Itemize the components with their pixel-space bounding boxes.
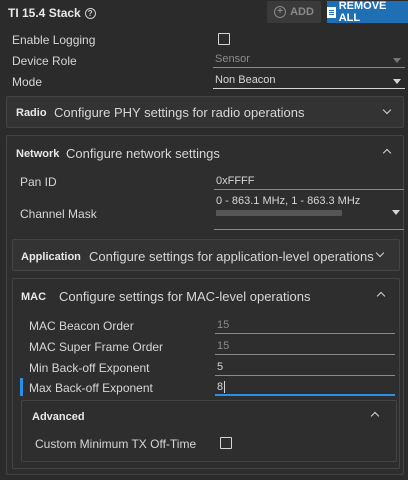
pan-id-input[interactable]: 0xFFFF <box>214 174 404 190</box>
remove-all-button-label: REMOVE ALL <box>338 0 387 24</box>
stack-title: TI 15.4 Stack ? <box>8 6 96 20</box>
device-role-dropdown-icon <box>393 58 401 63</box>
network-section: Network Configure network settings Pan I… <box>6 135 404 475</box>
max-backoff-exponent-value: 8 <box>217 381 226 393</box>
pan-id-value: 0xFFFF <box>216 175 255 187</box>
remove-all-button[interactable]: REMOVE ALL <box>327 0 408 24</box>
application-section-description: Configure settings for application-level… <box>89 249 374 264</box>
add-button[interactable]: + ADD <box>267 1 321 23</box>
radio-section[interactable]: Radio Configure PHY settings for radio o… <box>6 96 404 128</box>
mac-beacon-order-value: 15 <box>217 319 230 331</box>
mac-super-frame-order-label: MAC Super Frame Order <box>29 340 164 354</box>
custom-tx-off-time-checkbox[interactable] <box>220 437 232 449</box>
add-button-label: ADD <box>290 6 314 18</box>
max-backoff-exponent-label: Max Back-off Exponent <box>29 381 153 395</box>
custom-tx-off-time-label: Custom Minimum TX Off-Time <box>35 437 197 451</box>
focus-indicator <box>20 378 23 396</box>
mode-value: Non Beacon <box>215 74 276 86</box>
stack-title-text: TI 15.4 Stack <box>8 6 81 20</box>
mac-super-frame-order-input: 15 <box>215 339 395 355</box>
mac-beacon-order-label: MAC Beacon Order <box>29 319 134 333</box>
mode-label: Mode <box>12 75 43 89</box>
min-backoff-exponent-label: Min Back-off Exponent <box>29 361 150 375</box>
min-backoff-exponent-value: 5 <box>217 361 224 373</box>
mode-select[interactable]: Non Beacon <box>213 73 405 89</box>
network-section-title: Network <box>16 148 60 160</box>
device-role-value: Sensor <box>215 53 250 65</box>
remove-all-icon <box>327 6 336 18</box>
mac-section-description: Configure settings for MAC-level operati… <box>59 289 311 304</box>
mac-section: MAC Configure settings for MAC-level ope… <box>12 278 400 469</box>
add-icon: + <box>274 6 287 18</box>
channel-mask-value: 0 - 863.1 MHz, 1 - 863.3 MHz <box>216 195 361 207</box>
channel-mask-select[interactable]: 0 - 863.1 MHz, 1 - 863.3 MHz <box>214 195 404 231</box>
network-chevron-up-icon[interactable] <box>382 148 392 158</box>
advanced-section-title: Advanced <box>32 411 85 423</box>
radio-section-description: Configure PHY settings for radio operati… <box>54 105 305 120</box>
min-backoff-exponent-input[interactable]: 5 <box>215 360 395 376</box>
help-icon[interactable]: ? <box>84 7 96 19</box>
radio-section-title: Radio <box>16 107 47 119</box>
device-role-label: Device Role <box>12 54 77 68</box>
network-section-description: Configure network settings <box>66 146 220 161</box>
advanced-chevron-up-icon[interactable] <box>370 411 380 421</box>
advanced-section: Advanced Custom Minimum TX Off-Time <box>21 400 397 462</box>
application-section[interactable]: Application Configure settings for appli… <box>12 239 400 271</box>
channel-mask-underline <box>214 229 404 230</box>
channel-mask-label: Channel Mask <box>20 207 97 221</box>
channel-mask-more-values <box>216 210 342 216</box>
device-role-select[interactable]: Sensor <box>213 52 405 68</box>
pan-id-label: Pan ID <box>20 175 57 189</box>
enable-logging-label: Enable Logging <box>12 33 96 47</box>
application-section-title: Application <box>21 251 81 263</box>
mac-chevron-up-icon[interactable] <box>376 291 386 301</box>
mac-super-frame-order-value: 15 <box>217 340 230 352</box>
max-backoff-exponent-input[interactable]: 8 <box>215 380 395 396</box>
mac-section-title: MAC <box>21 291 47 303</box>
enable-logging-checkbox[interactable] <box>218 33 230 45</box>
mac-beacon-order-input: 15 <box>215 318 395 334</box>
channel-mask-dropdown-icon <box>392 210 400 215</box>
application-chevron-down-icon[interactable] <box>375 248 385 258</box>
mode-dropdown-icon <box>393 79 401 84</box>
radio-chevron-down-icon[interactable] <box>382 105 392 115</box>
